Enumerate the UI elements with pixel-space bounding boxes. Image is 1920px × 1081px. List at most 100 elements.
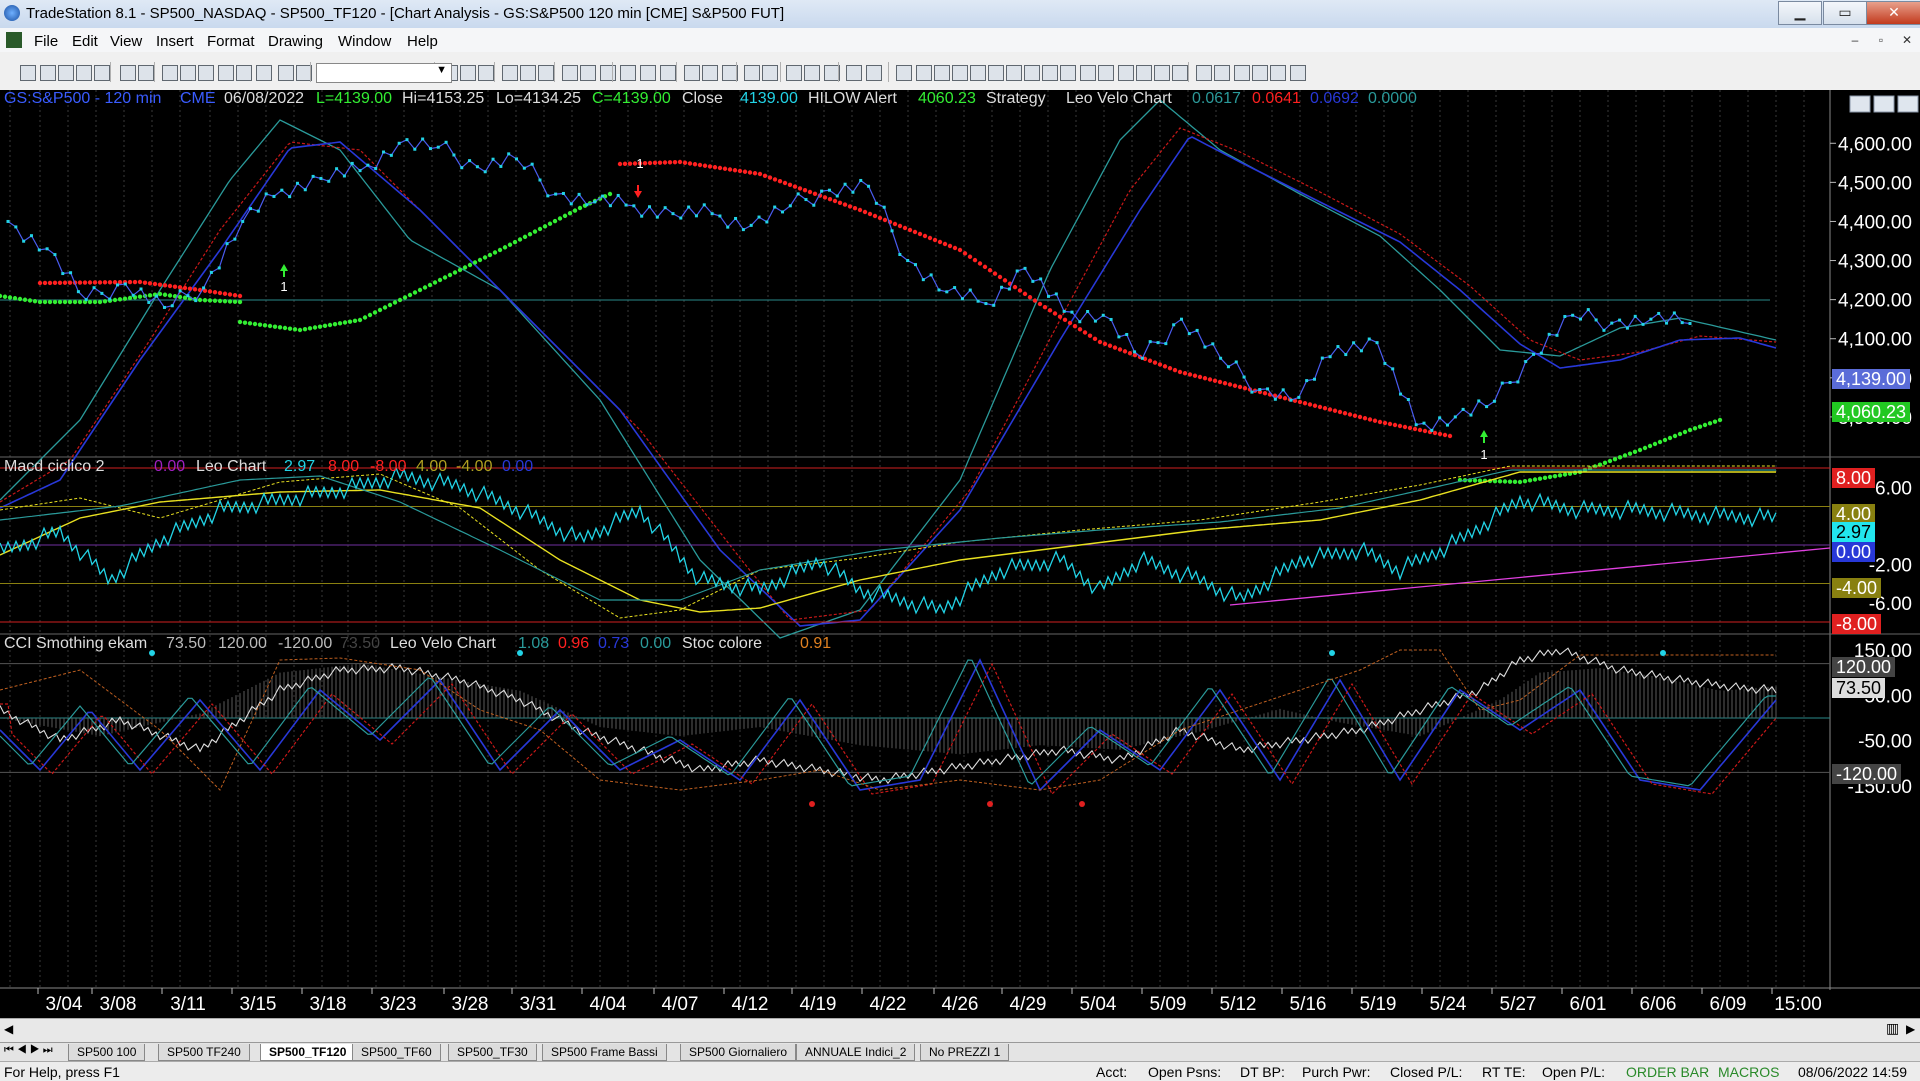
toolbar-tool-6-icon[interactable] (138, 65, 154, 81)
status-order-bar[interactable]: ORDER BAR (1626, 1064, 1709, 1080)
tab-sp500-100[interactable]: SP500 100 (68, 1044, 146, 1061)
minimize-button[interactable]: ▁ (1778, 1, 1822, 25)
toolbar-tool-50-icon[interactable] (1098, 65, 1114, 81)
chart-window-icon[interactable] (6, 32, 22, 48)
toolbar-tool-35-icon[interactable] (804, 65, 820, 81)
tab-no-prezzi-1[interactable]: No PREZZI 1 (920, 1044, 1010, 1061)
toolbar-tool-54-icon[interactable] (1172, 65, 1188, 81)
toolbar-tool-60-icon[interactable] (1290, 65, 1306, 81)
toolbar-tool-11-icon[interactable] (236, 65, 252, 81)
toolbar-tool-37-icon[interactable] (846, 65, 862, 81)
pane-control-button[interactable] (1873, 95, 1895, 113)
toolbar-tool-49-icon[interactable] (1080, 65, 1096, 81)
tab-sp500-tf240[interactable]: SP500 TF240 (158, 1044, 250, 1061)
toolbar-tool-38-icon[interactable] (866, 65, 882, 81)
toolbar-tool-33-icon[interactable] (762, 65, 778, 81)
toolbar-tool-26-icon[interactable] (620, 65, 636, 81)
toolbar-tool-40-icon[interactable] (916, 65, 932, 81)
chevron-down-icon[interactable]: ▼ (436, 64, 447, 76)
toolbar-tool-23-icon[interactable] (562, 65, 578, 81)
toolbar-tool-57-icon[interactable] (1234, 65, 1250, 81)
toolbar-tool-32-icon[interactable] (744, 65, 760, 81)
pane-control-button[interactable] (1897, 95, 1919, 113)
pane-control-button[interactable] (1849, 95, 1871, 113)
toolbar-tool-51-icon[interactable] (1118, 65, 1134, 81)
toolbar-tool-55-icon[interactable] (1196, 65, 1212, 81)
scroll-left-icon[interactable]: ◀ (4, 1022, 13, 1036)
tab-sp500-tf30[interactable]: SP500_TF30 (448, 1044, 537, 1061)
mdi-close-button[interactable]: ✕ (1896, 31, 1918, 49)
price-point (679, 216, 683, 220)
toolbar-tool-48-icon[interactable] (1060, 65, 1076, 81)
toolbar-tool-53-icon[interactable] (1154, 65, 1170, 81)
chart-canvas[interactable]: 4,600.00 4,500.00 4,400.00 4,300.00 4,200.00… (0, 90, 1920, 1018)
toolbar-tool-34-icon[interactable] (786, 65, 802, 81)
chart-area[interactable]: 4,600.00 4,500.00 4,400.00 4,300.00 4,200.00… (0, 90, 1920, 1018)
menu-format[interactable]: Format (207, 33, 255, 50)
scroll-right-icon[interactable]: ▶ (1906, 1022, 1915, 1036)
tab-sp500-tf60[interactable]: SP500_TF60 (352, 1044, 441, 1061)
scroll-thumb-icon[interactable]: ▥ (1886, 1020, 1899, 1037)
hilow-dot (37, 280, 43, 286)
toolbar-tool-18-icon[interactable] (460, 65, 476, 81)
toolbar-tool-2-icon[interactable] (58, 65, 74, 81)
status-macros[interactable]: MACROS (1718, 1064, 1779, 1080)
mdi-restore-button[interactable]: ▫ (1870, 31, 1892, 49)
toolbar-tool-12-icon[interactable] (256, 65, 272, 81)
toolbar-tool-4-icon[interactable] (94, 65, 110, 81)
menu-window[interactable]: Window (338, 33, 391, 50)
toolbar-tool-56-icon[interactable] (1214, 65, 1230, 81)
toolbar-tool-8-icon[interactable] (180, 65, 196, 81)
toolbar-tool-1-icon[interactable] (40, 65, 56, 81)
toolbar-tool-58-icon[interactable] (1252, 65, 1268, 81)
menu-drawing[interactable]: Drawing (268, 33, 323, 50)
toolbar-tool-9-icon[interactable] (198, 65, 214, 81)
toolbar-tool-7-icon[interactable] (162, 65, 178, 81)
toolbar-tool-43-icon[interactable] (970, 65, 986, 81)
hilow-dot (1307, 402, 1313, 407)
toolbar-tool-47-icon[interactable] (1042, 65, 1058, 81)
toolbar-tool-22-icon[interactable] (538, 65, 554, 81)
toolbar-tool-21-icon[interactable] (520, 65, 536, 81)
tab-nav-icon[interactable]: ⏮ ◀ ▶ ⏭ (4, 1044, 53, 1057)
toolbar-tool-24-icon[interactable] (580, 65, 596, 81)
toolbar-tool-30-icon[interactable] (702, 65, 718, 81)
toolbar-tool-20-icon[interactable] (502, 65, 518, 81)
toolbar-tool-19-icon[interactable] (478, 65, 494, 81)
toolbar-tool-25-icon[interactable] (600, 65, 616, 81)
toolbar-tool-41-icon[interactable] (934, 65, 950, 81)
toolbar-tool-3-icon[interactable] (76, 65, 92, 81)
horizontal-scrollbar[interactable]: ◀ ▥ ▶ (0, 1018, 1920, 1043)
toolbar-tool-59-icon[interactable] (1270, 65, 1286, 81)
toolbar-tool-27-icon[interactable] (640, 65, 656, 81)
tab-sp500-giornaliero[interactable]: SP500 Giornaliero (680, 1044, 797, 1061)
maximize-button[interactable]: ▭ (1823, 1, 1867, 25)
toolbar-tool-5-icon[interactable] (120, 65, 136, 81)
toolbar-tool-46-icon[interactable] (1024, 65, 1040, 81)
toolbar-tool-44-icon[interactable] (988, 65, 1004, 81)
hilow-dot (257, 322, 263, 327)
toolbar-tool-42-icon[interactable] (952, 65, 968, 81)
symbol-combo[interactable]: ▼ (316, 63, 452, 83)
price-point (835, 194, 839, 198)
menu-insert[interactable]: Insert (156, 33, 194, 50)
mdi-minimize-button[interactable]: – (1844, 31, 1866, 49)
menu-help[interactable]: Help (407, 33, 438, 50)
menu-edit[interactable]: Edit (72, 33, 98, 50)
toolbar-tool-0-icon[interactable] (20, 65, 36, 81)
toolbar-tool-13-icon[interactable] (278, 65, 294, 81)
toolbar-separator (612, 62, 613, 82)
tab-sp500-frame-bassi[interactable]: SP500 Frame Bassi (542, 1044, 667, 1061)
menu-file[interactable]: File (34, 33, 58, 50)
toolbar-tool-45-icon[interactable] (1006, 65, 1022, 81)
toolbar-tool-10-icon[interactable] (218, 65, 234, 81)
tab-sp500-tf120[interactable]: SP500_TF120 (260, 1044, 356, 1061)
tab-annuale-indici-2[interactable]: ANNUALE Indici_2 (796, 1044, 916, 1061)
toolbar-tool-29-icon[interactable] (684, 65, 700, 81)
toolbar-tool-28-icon[interactable] (660, 65, 676, 81)
close-button[interactable]: ✕ (1866, 1, 1920, 25)
toolbar-tool-52-icon[interactable] (1136, 65, 1152, 81)
toolbar-tool-39-icon[interactable] (896, 65, 912, 81)
price-point (452, 153, 456, 157)
menu-view[interactable]: View (110, 33, 142, 50)
